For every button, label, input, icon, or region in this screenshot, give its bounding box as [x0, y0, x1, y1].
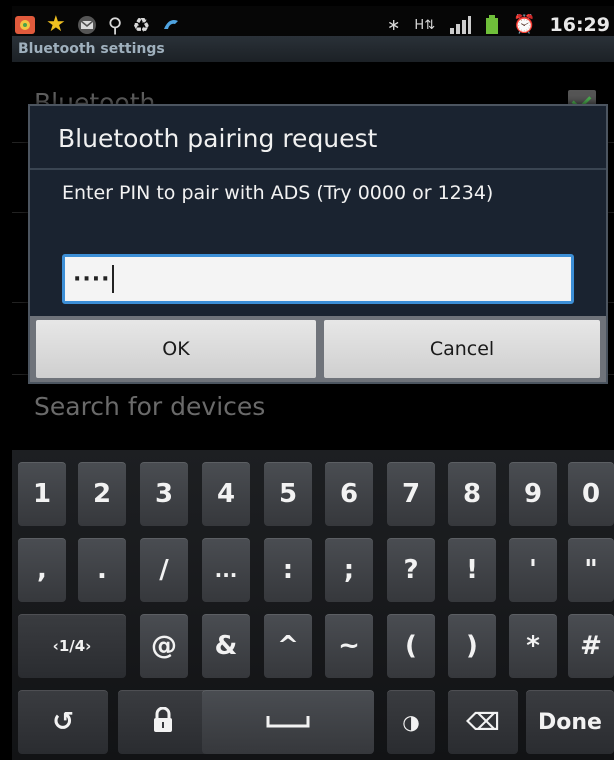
mail-icon [76, 15, 98, 35]
key-ampersand[interactable]: & [202, 614, 250, 678]
key-comma[interactable]: , [18, 538, 66, 602]
key-exclamation[interactable]: ! [448, 538, 496, 602]
backspace-icon: ⌫ [466, 708, 500, 736]
key-apostrophe[interactable]: ' [509, 538, 557, 602]
star-icon: ★ [46, 12, 66, 37]
key-undo[interactable]: ↺ [18, 690, 108, 754]
key-5[interactable]: 5 [264, 462, 312, 526]
undo-icon: ↺ [52, 707, 74, 737]
key-asterisk[interactable]: * [509, 614, 557, 678]
data-icon: H⇅ [414, 17, 436, 33]
key-hash[interactable]: # [568, 614, 614, 678]
battery-icon [485, 15, 499, 35]
recycle-icon: ♻ [132, 13, 151, 37]
key-tilde[interactable]: ~ [325, 614, 373, 678]
key-2[interactable]: 2 [78, 462, 126, 526]
key-slash[interactable]: / [140, 538, 188, 602]
space-icon [266, 713, 310, 732]
key-1[interactable]: 1 [18, 462, 66, 526]
key-semicolon[interactable]: ; [325, 538, 373, 602]
key-4[interactable]: 4 [202, 462, 250, 526]
alarm-icon: ⏰ [513, 14, 536, 35]
key-colon[interactable]: : [264, 538, 312, 602]
key-lock[interactable] [118, 690, 208, 754]
key-close-paren[interactable]: ) [448, 614, 496, 678]
pairing-dialog: Bluetooth pairing request Enter PIN to p… [28, 104, 608, 384]
on-screen-keyboard: 1 2 3 4 5 6 7 8 9 0 , . / ... : ; ? ! ' … [12, 450, 614, 760]
usb-icon: ⚲ [107, 13, 123, 37]
dialog-button-bar: OK Cancel [30, 316, 606, 382]
pin-input[interactable]: ···· [62, 254, 574, 304]
text-caret [112, 265, 115, 293]
key-page-switch[interactable]: ‹1/4› [18, 614, 126, 678]
key-7[interactable]: 7 [387, 462, 435, 526]
key-at[interactable]: @ [140, 614, 188, 678]
pin-value: ···· [73, 266, 111, 292]
dialog-title: Bluetooth pairing request [58, 124, 378, 153]
key-mode[interactable]: ◑ [387, 690, 435, 754]
key-9[interactable]: 9 [509, 462, 557, 526]
signal-icon [449, 16, 472, 34]
key-ellipsis[interactable]: ... [202, 538, 250, 602]
dialog-divider [30, 168, 606, 170]
key-6[interactable]: 6 [325, 462, 373, 526]
phone-screen: ★ ⚲ ♻ ∗ H⇅ ⏰ 16:29 Bluetooth settings Bl… [0, 0, 614, 760]
key-backspace[interactable]: ⌫ [448, 690, 518, 754]
bluetooth-icon: ∗ [387, 15, 401, 34]
status-time: 16:29 [549, 14, 610, 36]
key-open-paren[interactable]: ( [387, 614, 435, 678]
lock-icon [151, 706, 175, 737]
ok-button[interactable]: OK [36, 320, 316, 378]
done-button[interactable]: Done [526, 690, 614, 754]
key-0[interactable]: 0 [568, 462, 614, 526]
key-caret[interactable]: ^ [264, 614, 312, 678]
key-question[interactable]: ? [387, 538, 435, 602]
phone-icon [160, 15, 182, 35]
cancel-button[interactable]: Cancel [324, 320, 600, 378]
key-quote[interactable]: " [568, 538, 614, 602]
key-8[interactable]: 8 [448, 462, 496, 526]
key-space[interactable] [202, 690, 374, 754]
search-devices-row[interactable]: Search for devices [34, 392, 265, 421]
key-period[interactable]: . [78, 538, 126, 602]
photo-icon [14, 15, 36, 35]
dialog-message: Enter PIN to pair with ADS (Try 0000 or … [62, 182, 494, 204]
page-title: Bluetooth settings [12, 36, 614, 62]
key-3[interactable]: 3 [140, 462, 188, 526]
